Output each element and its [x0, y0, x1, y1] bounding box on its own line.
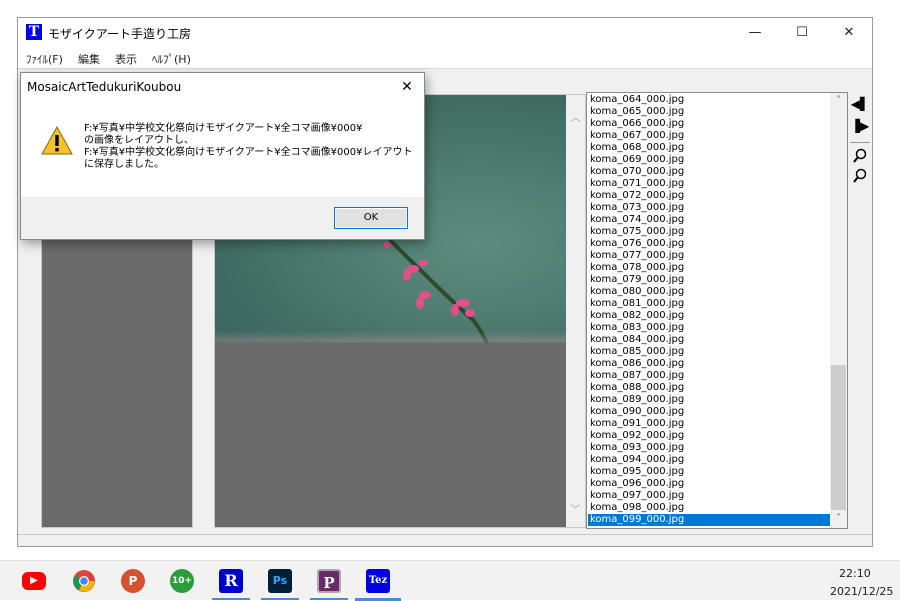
file-list-item[interactable]: koma_069_000.jpg	[588, 154, 831, 166]
dialog-message-line: の画像をレイアウトし、	[84, 135, 194, 146]
prev-frame-icon[interactable]: ◀▌	[850, 94, 870, 114]
dialog-message-line: F:¥写真¥中学校文化祭向けモザイクアート¥全コマ画像¥000¥	[84, 123, 363, 134]
dialog-body: F:¥写真¥中学校文化祭向けモザイクアート¥全コマ画像¥000¥ の画像をレイア…	[21, 101, 424, 197]
file-list-item[interactable]: koma_090_000.jpg	[588, 406, 831, 418]
file-list-panel: koma_064_000.jpg koma_065_000.jpg koma_066…	[586, 92, 848, 529]
minimize-button[interactable]: —	[732, 18, 778, 48]
file-list-item[interactable]: koma_093_000.jpg	[588, 442, 831, 454]
file-list-item[interactable]: koma_076_000.jpg	[588, 238, 831, 250]
next-frame-icon[interactable]: ▐▶	[850, 116, 870, 136]
close-button[interactable]: ✕	[826, 18, 872, 48]
file-list-item[interactable]: koma_070_000.jpg	[588, 166, 831, 178]
list-scroll-up-icon[interactable]: ˄	[830, 95, 847, 106]
file-list-item[interactable]: koma_065_000.jpg	[588, 106, 831, 118]
youtube-icon[interactable]: ▶	[22, 572, 46, 590]
window-bottom-divider	[18, 534, 872, 535]
title-bar[interactable]: T モザイクアート手造り工房 — ☐ ✕	[18, 18, 872, 48]
file-list-item[interactable]: koma_080_000.jpg	[588, 286, 831, 298]
dialog-title-bar[interactable]: MosaicArtTedukuriKoubou ✕	[21, 73, 424, 101]
zoom-out-icon[interactable]	[850, 166, 870, 186]
file-list-item[interactable]: koma_098_000.jpg	[588, 502, 831, 514]
file-list-item[interactable]: koma_087_000.jpg	[588, 370, 831, 382]
file-list-item[interactable]: koma_094_000.jpg	[588, 454, 831, 466]
powerpoint-icon[interactable]: P	[121, 569, 145, 593]
dialog-title: MosaicArtTedukuriKoubou	[27, 80, 182, 94]
tez-app-icon[interactable]: Tez	[366, 569, 390, 593]
menu-divider	[18, 68, 872, 69]
file-list-item[interactable]: koma_082_000.jpg	[588, 310, 831, 322]
file-list-item[interactable]: koma_088_000.jpg	[588, 382, 831, 394]
file-list-item[interactable]: koma_067_000.jpg	[588, 130, 831, 142]
warning-icon	[41, 125, 73, 157]
menu-bar: ﾌｧｲﾙ(F) 編集 表示 ﾍﾙﾌﾟ(H)	[18, 48, 872, 68]
clock-date[interactable]: 2021/12/25	[830, 585, 893, 598]
file-list-item[interactable]: koma_084_000.jpg	[588, 334, 831, 346]
file-list-item[interactable]: koma_097_000.jpg	[588, 490, 831, 502]
file-list[interactable]: koma_064_000.jpg koma_065_000.jpg koma_066…	[588, 94, 831, 526]
file-list-item[interactable]: koma_068_000.jpg	[588, 142, 831, 154]
file-list-item[interactable]: koma_079_000.jpg	[588, 274, 831, 286]
file-list-item[interactable]: koma_099_000.jpg	[588, 514, 831, 526]
file-list-item[interactable]: koma_096_000.jpg	[588, 478, 831, 490]
dialog-message-line: F:¥写真¥中学校文化祭向けモザイクアート¥全コマ画像¥000¥レイアウト	[84, 147, 413, 158]
chrome-icon[interactable]	[72, 569, 96, 593]
file-list-item[interactable]: koma_066_000.jpg	[588, 118, 831, 130]
file-list-item[interactable]: koma_073_000.jpg	[588, 202, 831, 214]
list-scroll-down-icon[interactable]: ˅	[830, 513, 847, 524]
file-list-item[interactable]: koma_089_000.jpg	[588, 394, 831, 406]
file-list-item[interactable]: koma_072_000.jpg	[588, 190, 831, 202]
menu-help[interactable]: ﾍﾙﾌﾟ(H)	[152, 51, 191, 67]
list-scroll-thumb[interactable]	[831, 365, 846, 510]
file-list-item[interactable]: koma_074_000.jpg	[588, 214, 831, 226]
app-icon: T	[26, 24, 42, 40]
file-list-item[interactable]: koma_092_000.jpg	[588, 430, 831, 442]
p-app-icon[interactable]: P	[317, 569, 341, 593]
menu-file[interactable]: ﾌｧｲﾙ(F)	[26, 51, 63, 67]
file-list-item[interactable]: koma_077_000.jpg	[588, 250, 831, 262]
list-scrollbar[interactable]: ˄ ˅	[830, 93, 847, 528]
file-list-item[interactable]: koma_086_000.jpg	[588, 358, 831, 370]
clock-time[interactable]: 22:10	[839, 567, 871, 580]
file-list-item[interactable]: koma_081_000.jpg	[588, 298, 831, 310]
photoshop-icon[interactable]: Ps	[268, 569, 292, 593]
tool-column: ◀▌ ▐▶	[850, 94, 870, 214]
taskbar: ▶ P 10+ R Ps P Tez 22:10 2021/12/25	[0, 560, 900, 601]
file-list-item[interactable]: koma_064_000.jpg	[588, 94, 831, 106]
file-list-item[interactable]: koma_071_000.jpg	[588, 178, 831, 190]
maximize-button[interactable]: ☐	[779, 18, 825, 48]
file-list-item[interactable]: koma_078_000.jpg	[588, 262, 831, 274]
menu-view[interactable]: 表示	[115, 51, 137, 67]
message-dialog: MosaicArtTedukuriKoubou ✕ F:¥写真¥中学校文化祭向け…	[20, 72, 425, 240]
photo-scrollbar[interactable]: ︿ ﹀	[566, 95, 585, 527]
scroll-down-icon[interactable]: ﹀	[566, 501, 585, 516]
r-app-icon[interactable]: R	[219, 569, 243, 593]
tool-divider	[850, 142, 870, 143]
dialog-message-line: に保存しました。	[84, 159, 164, 170]
dialog-close-button[interactable]: ✕	[391, 73, 423, 101]
tenplus-icon[interactable]: 10+	[170, 569, 194, 593]
file-list-item[interactable]: koma_085_000.jpg	[588, 346, 831, 358]
dialog-message: F:¥写真¥中学校文化祭向けモザイクアート¥全コマ画像¥000¥ の画像をレイア…	[84, 123, 414, 171]
ok-button[interactable]: OK	[334, 207, 408, 229]
file-list-item[interactable]: koma_091_000.jpg	[588, 418, 831, 430]
window-title: モザイクアート手造り工房	[48, 27, 192, 41]
file-list-item[interactable]: koma_095_000.jpg	[588, 466, 831, 478]
menu-edit[interactable]: 編集	[78, 51, 100, 67]
zoom-in-icon[interactable]	[850, 146, 870, 166]
scroll-up-icon[interactable]: ︿	[566, 109, 585, 124]
file-list-item[interactable]: koma_083_000.jpg	[588, 322, 831, 334]
photo-bokeh	[215, 331, 566, 343]
file-list-item[interactable]: koma_075_000.jpg	[588, 226, 831, 238]
